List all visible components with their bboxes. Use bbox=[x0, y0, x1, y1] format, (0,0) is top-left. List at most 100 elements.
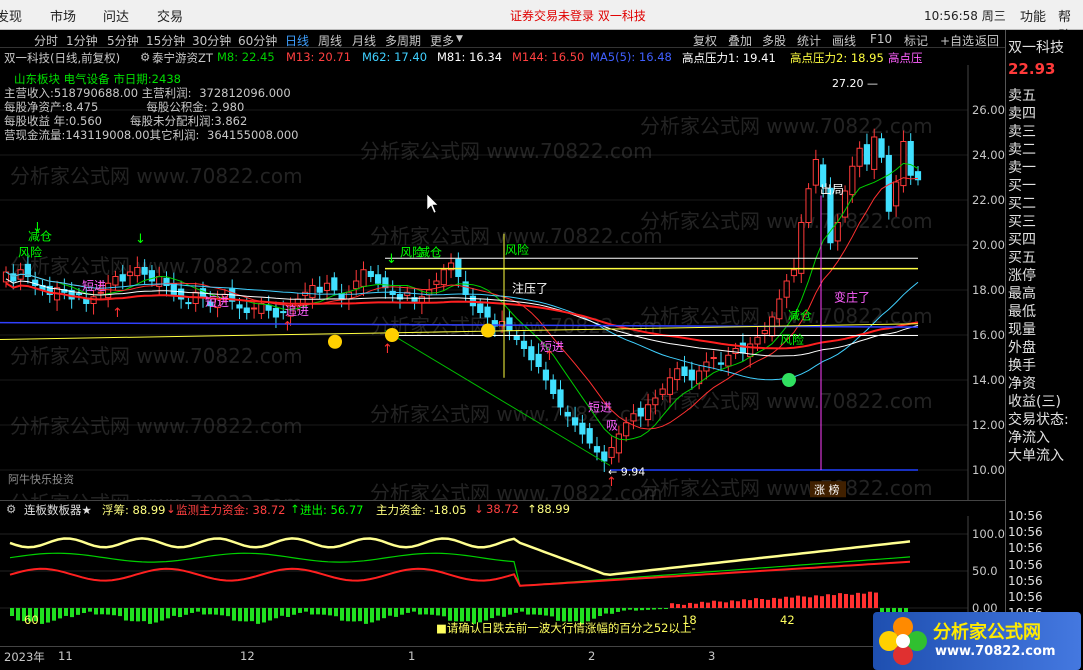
quote-row-label: 外盘 bbox=[1008, 340, 1036, 356]
menu-discover[interactable]: 发现 bbox=[0, 6, 22, 25]
tab-multi-period[interactable]: 多周期 bbox=[385, 32, 421, 49]
histogram-bar-negative bbox=[610, 608, 614, 614]
menu-wenda[interactable]: 问达 bbox=[103, 6, 129, 25]
eps-value: 0.560 bbox=[69, 114, 102, 128]
sell-arrow-icon: ↓ bbox=[135, 232, 146, 247]
tab-daily[interactable]: 日线 bbox=[285, 32, 309, 49]
histogram-bar-negative bbox=[628, 608, 632, 610]
histogram-bar-positive bbox=[676, 604, 680, 608]
histogram-bar-negative bbox=[400, 608, 404, 615]
histogram-bar-negative bbox=[334, 608, 338, 617]
candle-body bbox=[433, 280, 440, 286]
histogram-bar-negative bbox=[382, 608, 386, 619]
btn-mark[interactable]: 标记 bbox=[904, 32, 928, 49]
histogram-bar-positive bbox=[694, 603, 698, 608]
formula-name[interactable]: 泰宁游资ZT bbox=[152, 50, 213, 66]
tab-intraday[interactable]: 分时 bbox=[34, 32, 58, 49]
menu-market[interactable]: 市场 bbox=[50, 6, 76, 25]
quote-row-label: 现量 bbox=[1008, 322, 1036, 338]
histogram-bar-negative bbox=[640, 608, 644, 611]
label-short-entry: 短进 bbox=[205, 295, 229, 309]
settings-icon[interactable]: ⚙ bbox=[6, 502, 16, 516]
tab-15min[interactable]: 15分钟 bbox=[146, 32, 185, 49]
btn-draw-line[interactable]: 画线 bbox=[832, 32, 856, 49]
candle-body bbox=[601, 451, 608, 462]
price-tick-label: 12.00 bbox=[972, 418, 1005, 432]
candle-body bbox=[506, 317, 513, 331]
arrow-up-icon: ↑ bbox=[527, 502, 537, 516]
period-toolbar: 分时 1分钟 5分钟 15分钟 30分钟 60分钟 日线 周线 月线 多周期 更… bbox=[0, 30, 1005, 48]
histogram-bar-positive bbox=[706, 602, 710, 608]
price-tick-label: 22.00 bbox=[972, 193, 1005, 207]
other-value: 364155008.000 bbox=[207, 128, 299, 142]
histogram-bar-positive bbox=[790, 597, 794, 608]
candle-body bbox=[834, 222, 841, 242]
histogram-bar-negative bbox=[538, 608, 542, 615]
histogram-bar-negative bbox=[208, 608, 212, 615]
btn-overlay[interactable]: 叠加 bbox=[728, 32, 752, 49]
login-notice[interactable]: 证券交易未登录 双一科技 bbox=[510, 7, 646, 24]
histogram-bar-negative bbox=[466, 608, 470, 622]
candle-body bbox=[382, 277, 389, 289]
histogram-bar-negative bbox=[292, 608, 296, 615]
time-axis: 2023年 11 12 1 2 3 bbox=[0, 646, 1005, 670]
menu-functions[interactable]: 功能 bbox=[1020, 6, 1046, 25]
ma-m13: M13: 20.71 bbox=[286, 50, 352, 64]
candle-body bbox=[623, 422, 630, 437]
histogram-bar-positive bbox=[802, 596, 806, 608]
candle-body bbox=[75, 293, 83, 296]
histogram-bar-negative bbox=[634, 608, 638, 611]
candle-body bbox=[112, 276, 119, 286]
quote-row-label: 卖五 bbox=[1008, 88, 1036, 104]
btn-back[interactable]: 返回 bbox=[975, 32, 999, 49]
chevron-down-icon[interactable]: ▼ bbox=[456, 34, 463, 44]
histogram-bar-positive bbox=[742, 599, 746, 608]
tab-60min[interactable]: 60分钟 bbox=[238, 32, 277, 49]
tab-1min[interactable]: 1分钟 bbox=[66, 32, 98, 49]
btn-restore-rights[interactable]: 复权 bbox=[693, 32, 717, 49]
btn-add-watchlist[interactable]: +自选 bbox=[940, 32, 974, 49]
btn-multi-stock[interactable]: 多股 bbox=[762, 32, 786, 49]
reserve-value: 2.980 bbox=[211, 100, 245, 114]
sub-indicator-chart[interactable]: 100.050.00.0060 18 42■请确认日跌去前一波大行情涨幅的百分之52… bbox=[0, 516, 1005, 646]
tab-5min[interactable]: 5分钟 bbox=[107, 32, 139, 49]
quote-row-label: 净资 bbox=[1008, 376, 1036, 392]
histogram-bar-positive bbox=[868, 591, 872, 608]
histogram-bar-negative bbox=[352, 608, 356, 622]
menu-trade[interactable]: 交易 bbox=[157, 6, 183, 25]
histogram-bar-positive bbox=[796, 595, 800, 608]
tab-weekly[interactable]: 周线 bbox=[318, 32, 342, 49]
candle-body bbox=[243, 307, 250, 313]
watermark-text: 分析家公式网 www.70822.com bbox=[640, 114, 933, 138]
quote-row-label: 买四 bbox=[1008, 232, 1036, 248]
sell-arrow-icon: ↓ bbox=[32, 221, 43, 236]
histogram-bar-positive bbox=[850, 594, 854, 608]
candle-body bbox=[557, 389, 564, 408]
histogram-bar-negative bbox=[40, 608, 44, 624]
histogram-bar-positive bbox=[874, 592, 878, 608]
watermark-text: 分析家公式网 www.70822.com bbox=[10, 491, 303, 500]
price-tick-label: 26.00 bbox=[972, 103, 1005, 117]
btn-f10[interactable]: F10 bbox=[870, 32, 892, 46]
tab-more[interactable]: 更多 bbox=[430, 32, 454, 49]
histogram-bar-negative bbox=[460, 608, 464, 622]
btn-statistics[interactable]: 统计 bbox=[797, 32, 821, 49]
candle-body bbox=[710, 357, 717, 359]
sub-note: ■请确认日跌去前一波大行情涨幅的百分之52以上- bbox=[436, 621, 696, 635]
histogram-bar-negative bbox=[226, 608, 230, 617]
histogram-bar-negative bbox=[496, 608, 500, 616]
tick-time: 10:56 bbox=[1008, 573, 1043, 588]
quote-row-label: 大单流入 bbox=[1008, 448, 1064, 464]
gear-icon[interactable]: ⚙ bbox=[140, 50, 150, 64]
label-short-entry: 短进 bbox=[588, 401, 612, 415]
histogram-bar-negative bbox=[574, 608, 578, 622]
tab-30min[interactable]: 30分钟 bbox=[192, 32, 231, 49]
histogram-bar-negative bbox=[202, 608, 206, 615]
tab-monthly[interactable]: 月线 bbox=[352, 32, 376, 49]
arrow-up-icon: ↑ bbox=[290, 502, 300, 516]
histogram-bar-negative bbox=[46, 608, 50, 623]
candle-body bbox=[170, 283, 177, 295]
histogram-bar-negative bbox=[418, 608, 422, 615]
histogram-bar-negative bbox=[616, 608, 620, 612]
smiley-icon bbox=[385, 328, 399, 342]
